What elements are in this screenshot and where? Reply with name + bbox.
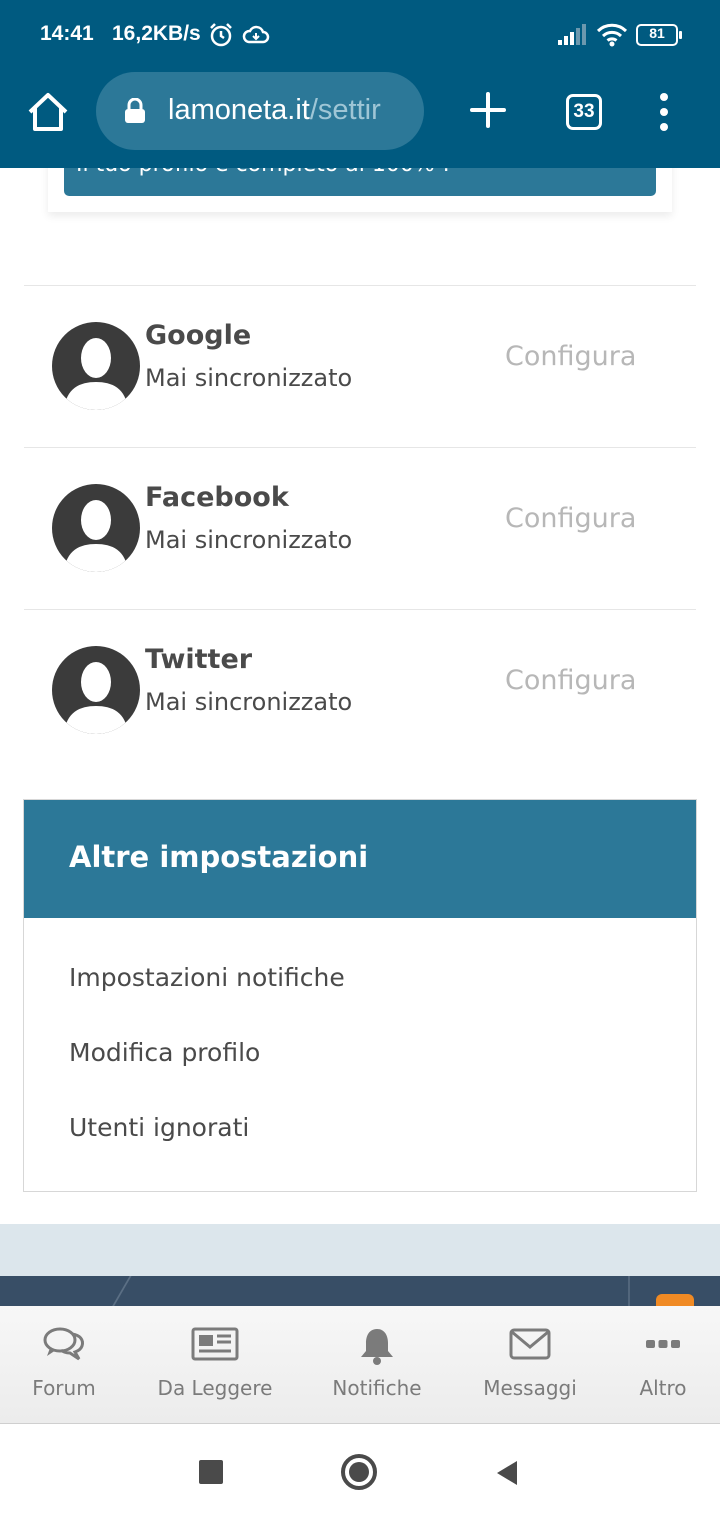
other-settings-header: Altre impostazioni <box>24 800 696 918</box>
battery-level: 81 <box>649 25 665 41</box>
social-account-sync-status: Mai sincronizzato <box>145 526 353 554</box>
social-account-sync-status: Mai sincronizzato <box>145 364 353 392</box>
browser-chrome: 14:41 16,2KB/s 81 lamoneta.it/settir 33 <box>0 0 720 168</box>
configure-facebook-link[interactable]: Configura <box>505 503 636 534</box>
other-settings-title: Altre impostazioni <box>69 840 369 874</box>
nav-da-leggere[interactable]: Da Leggere <box>154 1306 276 1424</box>
cloud-sync-icon <box>242 25 270 44</box>
default-avatar-icon <box>52 322 140 410</box>
back-arrow-icon[interactable] <box>495 1460 519 1486</box>
nav-altro-label: Altro <box>639 1376 687 1400</box>
configure-google-link[interactable]: Configura <box>505 341 636 372</box>
home-icon[interactable] <box>26 90 70 134</box>
status-time: 14:41 <box>40 22 94 45</box>
bell-icon <box>361 1329 393 1365</box>
default-avatar-icon <box>52 484 140 572</box>
url-path: /settir <box>309 94 381 126</box>
other-settings-panel: Altre impostazioni Impostazioni notifich… <box>23 799 697 1192</box>
social-account-name: Facebook <box>145 482 289 513</box>
lock-icon <box>125 98 145 123</box>
avatar <box>52 322 140 410</box>
address-bar[interactable]: lamoneta.it/settir <box>96 72 424 150</box>
nav-notifiche-label: Notifiche <box>332 1376 422 1400</box>
social-account-row-twitter: Twitter Mai sincronizzato Configura <box>24 609 696 771</box>
recent-apps-button[interactable] <box>199 1460 223 1484</box>
system-home-button[interactable] <box>341 1454 377 1490</box>
status-bar: 14:41 16,2KB/s 81 <box>0 0 720 70</box>
alarm-icon <box>210 23 232 47</box>
nav-notifiche[interactable]: Notifiche <box>327 1306 427 1424</box>
avatar <box>52 484 140 572</box>
social-account-row-google: Google Mai sincronizzato Configura <box>24 285 696 447</box>
envelope-icon <box>509 1328 551 1360</box>
url-text: lamoneta.it/settir <box>168 94 381 127</box>
page-separator <box>0 1224 720 1276</box>
default-avatar-icon <box>52 646 140 734</box>
ignored-users-link[interactable]: Utenti ignorati <box>69 1113 249 1142</box>
edit-profile-link[interactable]: Modifica profilo <box>69 1038 260 1067</box>
nav-forum-label: Forum <box>32 1376 96 1400</box>
social-account-name: Google <box>145 320 252 351</box>
nav-da-leggere-label: Da Leggere <box>157 1376 273 1400</box>
avatar <box>52 646 140 734</box>
tab-switcher-button[interactable]: 33 <box>566 94 602 130</box>
nav-altro[interactable]: Altro <box>628 1306 698 1424</box>
social-account-row-facebook: Facebook Mai sincronizzato Configura <box>24 447 696 609</box>
overflow-menu-icon[interactable] <box>652 92 676 132</box>
battery-icon: 81 <box>636 24 682 46</box>
wifi-icon <box>596 23 628 47</box>
configure-twitter-link[interactable]: Configura <box>505 665 636 696</box>
newspaper-icon <box>191 1327 239 1361</box>
social-account-sync-status: Mai sincronizzato <box>145 688 353 716</box>
nav-forum[interactable]: Forum <box>14 1306 114 1424</box>
signal-icon <box>558 24 586 45</box>
url-domain: lamoneta.it <box>168 94 310 126</box>
status-net-speed: 16,2KB/s <box>112 22 201 45</box>
bottom-navigation: Forum Da Leggere Notifiche Messaggi Altr… <box>0 1306 720 1424</box>
more-dots-icon <box>646 1340 680 1348</box>
chat-bubbles-icon <box>43 1327 84 1361</box>
notification-settings-link[interactable]: Impostazioni notifiche <box>69 963 345 992</box>
nav-messaggi[interactable]: Messaggi <box>475 1306 585 1424</box>
system-navigation-bar <box>0 1425 720 1520</box>
nav-messaggi-label: Messaggi <box>483 1376 577 1400</box>
new-tab-plus-icon[interactable] <box>468 90 508 130</box>
social-account-name: Twitter <box>145 644 253 675</box>
